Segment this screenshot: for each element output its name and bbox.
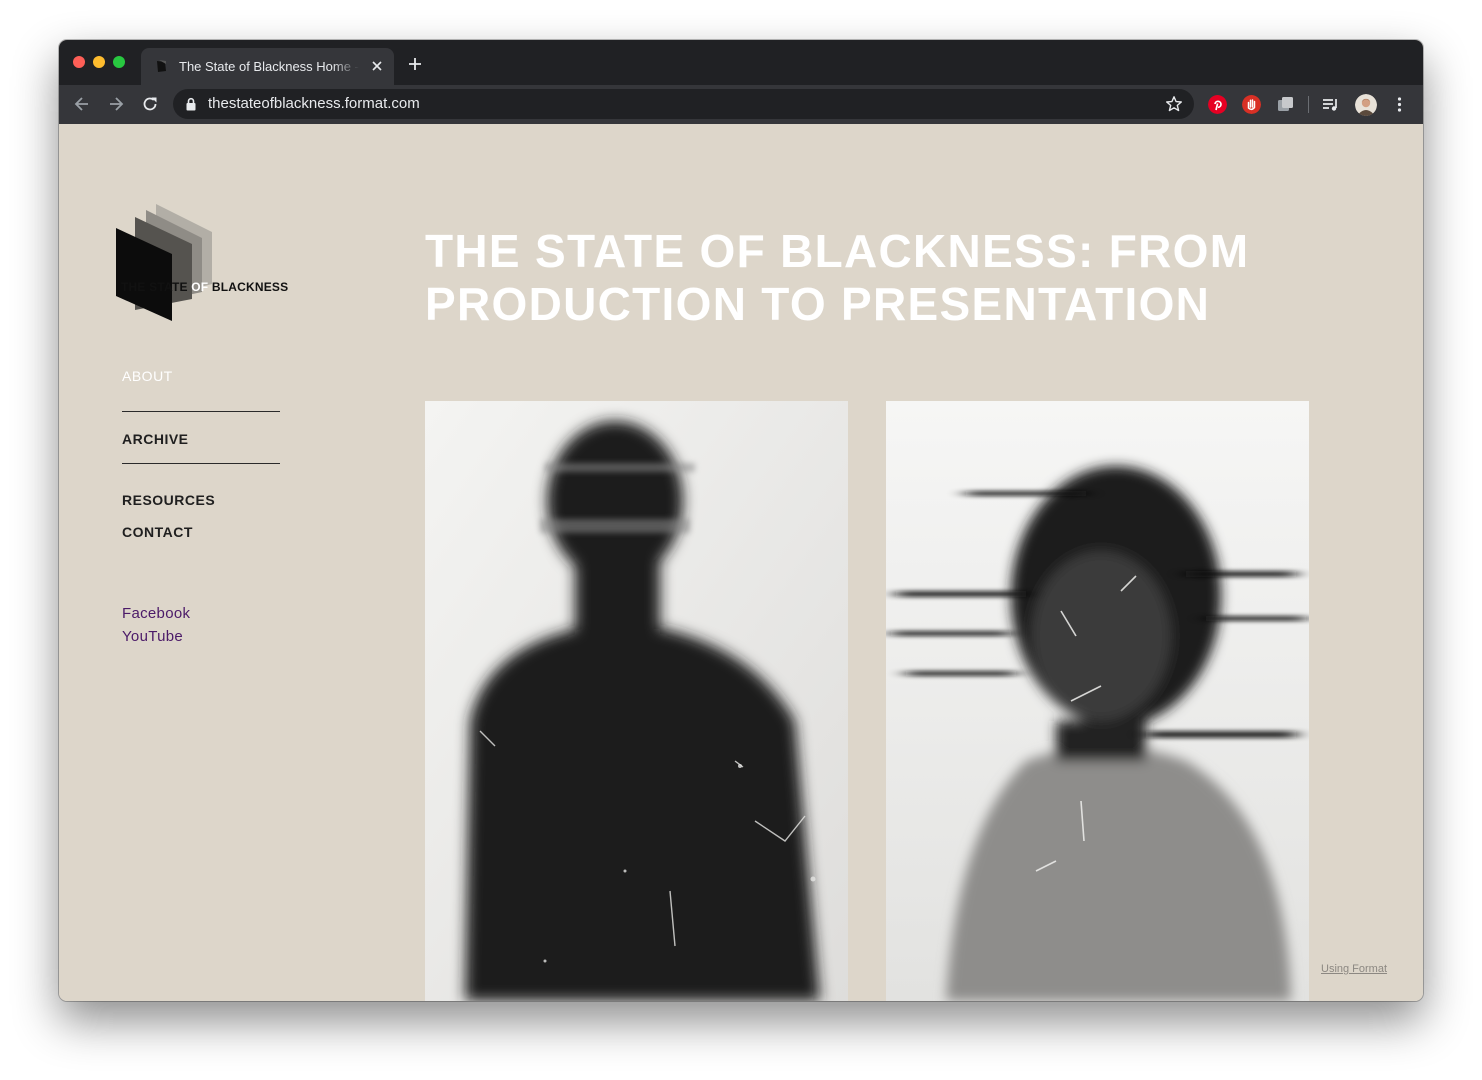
photo-figure-silhouette <box>425 401 848 1001</box>
page-title: THE STATE OF BLACKNESS: FROM PRODUCTION … <box>425 225 1305 331</box>
media-queue-icon[interactable] <box>1321 95 1340 114</box>
site-favicon-icon <box>157 60 166 72</box>
bookmark-star-icon[interactable] <box>1165 95 1183 113</box>
close-window-button[interactable] <box>73 56 85 68</box>
nav-contact[interactable]: CONTACT <box>122 524 193 540</box>
maximize-window-button[interactable] <box>113 56 125 68</box>
url-text: thestateofblackness.format.com <box>208 95 420 112</box>
nav-resources[interactable]: RESOURCES <box>122 492 215 508</box>
new-tab-icon[interactable] <box>407 56 423 72</box>
site-logo-icon <box>116 204 212 321</box>
tab-title: The State of Blackness Home - Format <box>179 59 359 74</box>
extension-icon[interactable] <box>1276 95 1295 114</box>
close-tab-icon[interactable] <box>369 58 385 74</box>
tab-strip: The State of Blackness Home - Format <box>59 40 1423 85</box>
nav-divider <box>122 411 280 412</box>
reload-icon[interactable] <box>140 94 160 114</box>
nav-about[interactable]: ABOUT <box>122 368 173 384</box>
toolbar-separator <box>1308 96 1309 113</box>
page-title-line-2: PRODUCTION TO PRESENTATION <box>425 278 1211 330</box>
nav-divider <box>122 463 280 464</box>
photo-motion-figure <box>886 401 1309 1001</box>
pinterest-icon[interactable] <box>1208 95 1227 114</box>
gallery-photo[interactable] <box>425 401 848 1001</box>
kebab-menu-icon[interactable] <box>1390 95 1409 114</box>
browser-window: The State of Blackness Home - Format the… <box>59 40 1423 1001</box>
gallery-photo[interactable] <box>886 401 1309 1001</box>
forward-arrow-icon[interactable] <box>106 94 126 114</box>
youtube-link[interactable]: YouTube <box>122 628 183 645</box>
address-bar[interactable]: thestateofblackness.format.com <box>173 89 1194 119</box>
web-page: THE STATE OF BLACKNESS ABOUT ARCHIVE RES… <box>59 124 1423 1001</box>
browser-toolbar: thestateofblackness.format.com <box>59 85 1423 124</box>
lock-icon <box>186 97 196 111</box>
facebook-link[interactable]: Facebook <box>122 605 190 622</box>
back-arrow-icon[interactable] <box>72 94 92 114</box>
using-format-link[interactable]: Using Format <box>1321 963 1387 975</box>
page-title-line-1: THE STATE OF BLACKNESS: FROM <box>425 225 1250 277</box>
logo-wordmark: THE STATE OF BLACKNESS <box>121 280 289 294</box>
active-tab[interactable]: The State of Blackness Home - Format <box>141 48 394 85</box>
profile-avatar-icon[interactable] <box>1355 94 1377 116</box>
hand-stop-icon[interactable] <box>1242 95 1261 114</box>
minimize-window-button[interactable] <box>93 56 105 68</box>
nav-archive[interactable]: ARCHIVE <box>122 431 189 447</box>
